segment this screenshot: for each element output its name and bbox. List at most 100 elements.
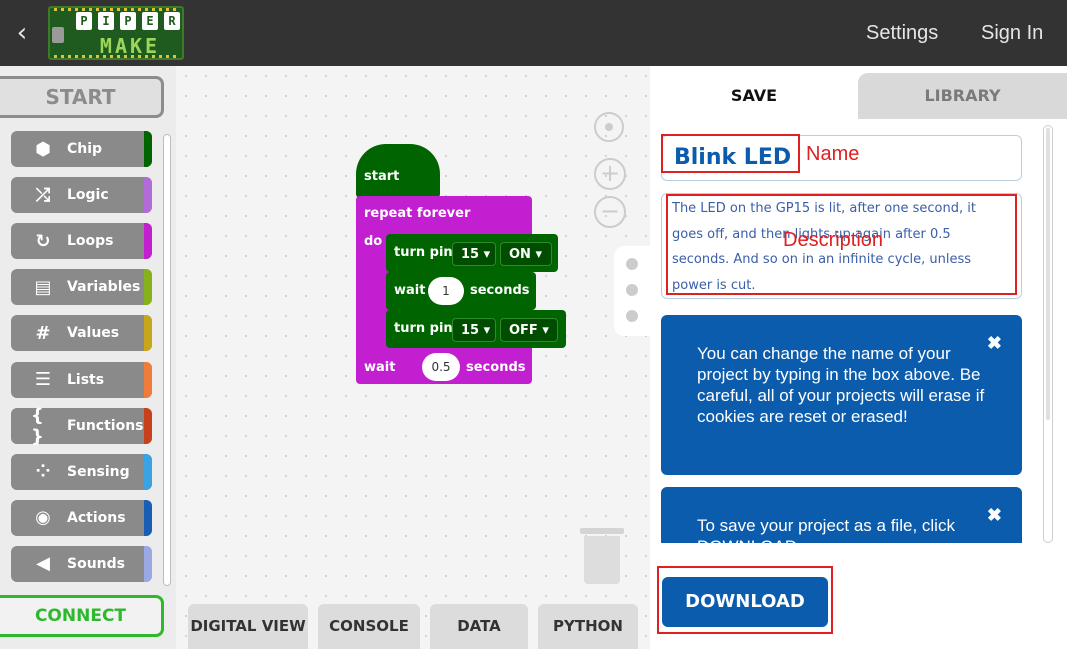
target-icon: ◉ bbox=[35, 507, 51, 529]
logo-letter: P bbox=[76, 12, 92, 30]
handle-dot bbox=[626, 258, 638, 270]
chevron-down-icon: ▾ bbox=[483, 247, 491, 262]
turn-pin-off-block[interactable]: turn pin 15 ▾ OFF ▾ bbox=[386, 310, 566, 348]
pin-value: 15 bbox=[461, 323, 480, 338]
connect-button[interactable]: CONNECT bbox=[0, 595, 164, 637]
block-workspace[interactable]: start repeat forever do turn pin 15 ▾ ON… bbox=[176, 66, 650, 649]
repeat-forever-label: repeat forever bbox=[364, 206, 471, 221]
handle-dot bbox=[626, 284, 638, 296]
wait-seconds-input[interactable]: 1 bbox=[428, 277, 464, 305]
wait-seconds-input[interactable]: 0.5 bbox=[422, 353, 460, 381]
info-card-clip: To save your project as a file, click DO… bbox=[661, 487, 1022, 543]
state-dropdown[interactable]: OFF ▾ bbox=[500, 318, 558, 342]
sign-in-link[interactable]: Sign In bbox=[981, 18, 1043, 48]
category-lists[interactable]: ☰ Lists bbox=[11, 361, 152, 398]
category-sounds[interactable]: ◀ Sounds bbox=[11, 545, 152, 582]
state-value: ON bbox=[509, 247, 531, 262]
state-value: OFF bbox=[509, 323, 538, 338]
zoom-in-icon[interactable]: + bbox=[594, 158, 626, 190]
trash-lid bbox=[580, 528, 624, 534]
hash-icon: # bbox=[35, 322, 51, 344]
tab-digital-view[interactable]: DIGITAL VIEW bbox=[188, 604, 308, 649]
wait-label: wait bbox=[364, 360, 396, 375]
tab-python[interactable]: PYTHON bbox=[538, 604, 638, 649]
annotation-description-label: Description bbox=[783, 229, 884, 251]
pin-dropdown[interactable]: 15 ▾ bbox=[452, 318, 496, 342]
start-button[interactable]: START bbox=[0, 76, 164, 118]
annotation-box-download bbox=[657, 566, 833, 634]
info-card-download: To save your project as a file, click DO… bbox=[661, 487, 1022, 543]
logo-pins-top bbox=[54, 8, 180, 11]
category-color-stripe bbox=[144, 499, 152, 536]
seconds-label: seconds bbox=[466, 360, 526, 375]
start-block[interactable]: start bbox=[356, 144, 440, 198]
pin-dropdown[interactable]: 15 ▾ bbox=[452, 242, 496, 266]
sidebar-scrollbar[interactable] bbox=[163, 134, 171, 586]
category-functions[interactable]: { } Functions bbox=[11, 405, 152, 447]
category-label: Variables bbox=[67, 279, 141, 296]
panel-scrollbar[interactable] bbox=[1043, 125, 1053, 543]
logo-letter: R bbox=[164, 12, 180, 30]
wait-label: wait bbox=[394, 283, 426, 298]
chevron-down-icon: ▾ bbox=[535, 247, 542, 262]
panel-drag-handle[interactable] bbox=[614, 246, 650, 336]
logo-letter: I bbox=[98, 12, 114, 30]
info-card-rename: You can change the name of your project … bbox=[661, 315, 1022, 475]
tab-data[interactable]: DATA bbox=[430, 604, 528, 649]
wait-block[interactable]: wait 1 seconds bbox=[386, 272, 536, 310]
loop-arrow-icon: ↻ bbox=[35, 230, 51, 252]
category-chip[interactable]: ⬢ Chip bbox=[11, 131, 152, 167]
logo-letters: P I P E R bbox=[76, 12, 180, 32]
close-icon[interactable]: ✖ bbox=[987, 333, 1002, 354]
turn-pin-label: turn pin bbox=[394, 321, 453, 336]
back-chevron-icon[interactable]: ‹ bbox=[10, 18, 34, 48]
category-color-stripe bbox=[144, 453, 152, 490]
close-icon[interactable]: ✖ bbox=[987, 505, 1002, 526]
tab-save[interactable]: SAVE bbox=[650, 73, 858, 119]
pin-value: 15 bbox=[461, 247, 480, 262]
settings-link[interactable]: Settings bbox=[866, 18, 938, 48]
annotation-box-name bbox=[661, 134, 800, 173]
category-color-stripe bbox=[144, 545, 152, 582]
category-label: Functions bbox=[67, 417, 144, 434]
shuffle-icon: ⤮ bbox=[35, 184, 51, 206]
category-label: Sounds bbox=[67, 555, 125, 572]
logo-pins-bottom bbox=[54, 55, 180, 58]
category-sensing[interactable]: ⁘ Sensing bbox=[11, 453, 152, 490]
do-label: do bbox=[364, 234, 383, 249]
category-label: Sensing bbox=[67, 463, 130, 480]
trash-can-icon[interactable] bbox=[580, 526, 624, 584]
speaker-icon: ◀ bbox=[36, 553, 50, 575]
annotation-name-label: Name bbox=[806, 143, 860, 165]
category-label: Logic bbox=[67, 187, 109, 204]
tab-library[interactable]: LIBRARY bbox=[858, 73, 1067, 119]
panel-scrollbar-thumb[interactable] bbox=[1046, 128, 1050, 420]
category-color-stripe bbox=[144, 131, 152, 167]
chevron-down-icon: ▾ bbox=[542, 323, 549, 338]
category-label: Values bbox=[67, 325, 120, 342]
category-color-stripe bbox=[144, 223, 152, 260]
state-dropdown[interactable]: ON ▾ bbox=[500, 242, 552, 266]
turn-pin-on-block[interactable]: turn pin 15 ▾ ON ▾ bbox=[386, 234, 558, 272]
seconds-label: seconds bbox=[470, 283, 530, 298]
hexagon-icon: ⬢ bbox=[35, 138, 51, 160]
piper-make-logo[interactable]: P I P E R MAKE bbox=[48, 6, 184, 60]
category-values[interactable]: # Values bbox=[11, 315, 152, 352]
logo-letter: E bbox=[142, 12, 158, 30]
trash-bin bbox=[584, 536, 620, 584]
category-loops[interactable]: ↻ Loops bbox=[11, 223, 152, 260]
category-actions[interactable]: ◉ Actions bbox=[11, 499, 152, 536]
category-color-stripe bbox=[144, 177, 152, 214]
category-variables[interactable]: ▤ Variables bbox=[11, 269, 152, 306]
variable-box-icon: ▤ bbox=[34, 276, 52, 298]
logo-chip-icon bbox=[52, 27, 64, 43]
category-color-stripe bbox=[144, 407, 152, 444]
block-category-sidebar: START ⬢ Chip ⤮ Logic ↻ Loops ▤ Variables # Values… bbox=[0, 66, 176, 649]
repeat-forever-block[interactable]: repeat forever do turn pin 15 ▾ ON ▾ wai… bbox=[356, 196, 566, 384]
zoom-out-icon[interactable]: − bbox=[594, 196, 626, 228]
category-logic[interactable]: ⤮ Logic bbox=[11, 177, 152, 214]
tab-console[interactable]: CONSOLE bbox=[318, 604, 420, 649]
category-color-stripe bbox=[144, 315, 152, 352]
logo-letter: P bbox=[120, 12, 136, 30]
recenter-target-icon[interactable] bbox=[594, 112, 624, 142]
